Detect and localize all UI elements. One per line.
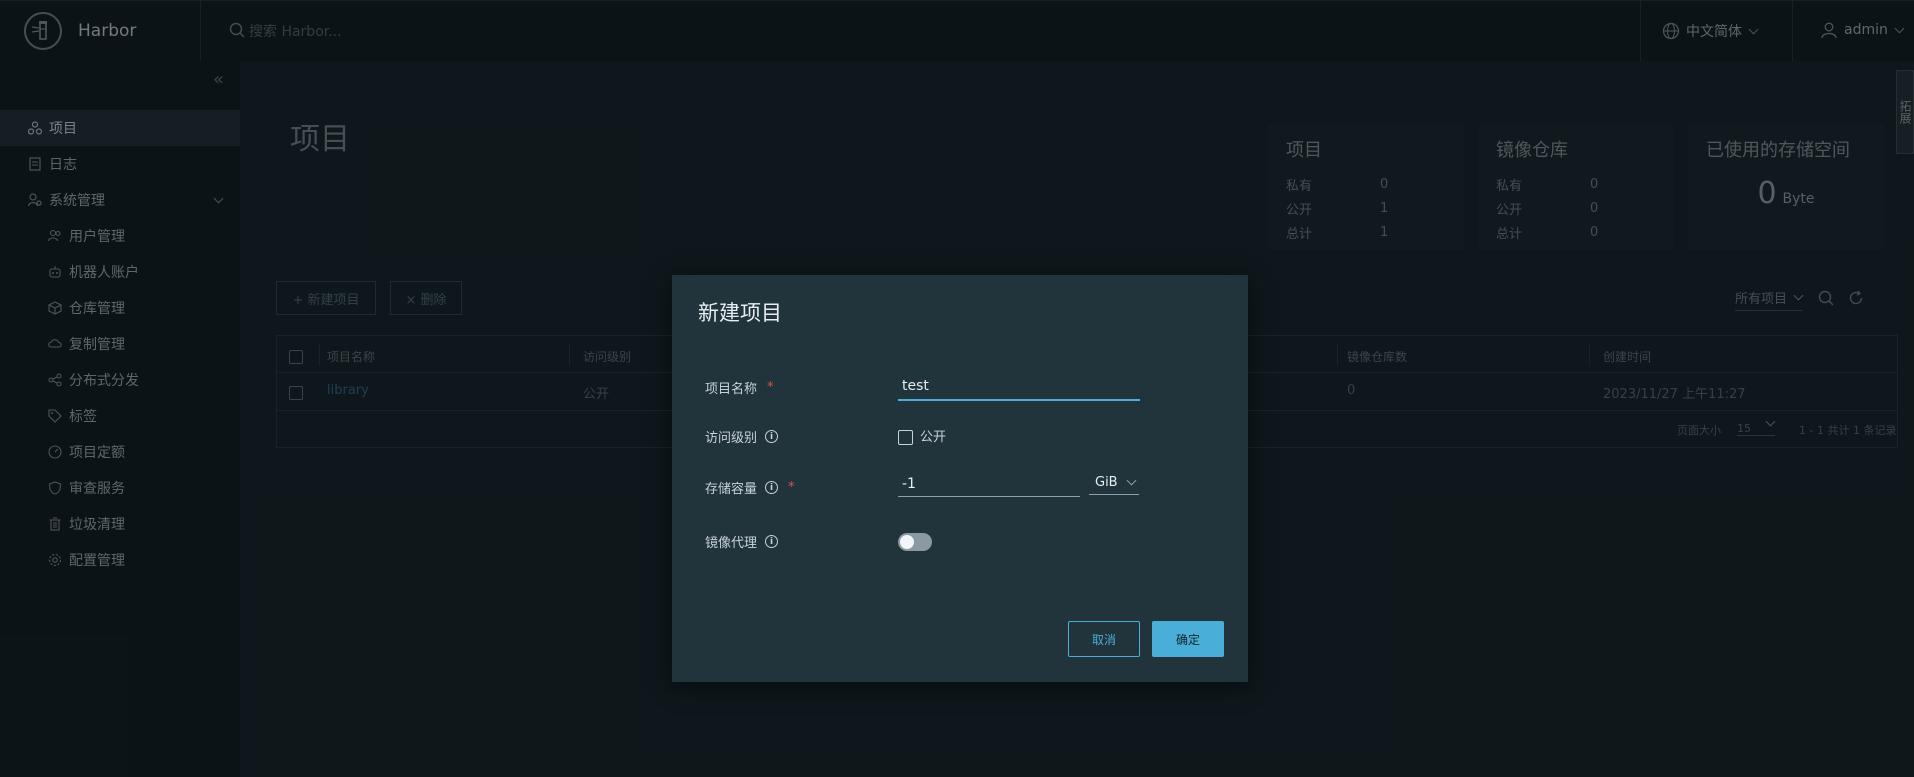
storage-unit-select[interactable]: GiB: [1089, 471, 1139, 495]
ok-button[interactable]: 确定: [1152, 621, 1224, 657]
chevron-down-icon: [1126, 475, 1137, 486]
public-checkbox[interactable]: [898, 430, 913, 445]
required-marker: *: [767, 380, 774, 395]
storage-quota-label: 存储容量 i *: [705, 480, 795, 497]
project-name-label: 项目名称 *: [705, 380, 774, 397]
info-icon[interactable]: i: [765, 430, 779, 443]
info-icon[interactable]: i: [765, 535, 779, 548]
new-project-dialog: 新建项目 项目名称* 访问级别i 公开 存储容量i* GiB 镜像代理i 取消 …: [672, 275, 1248, 682]
required-marker: *: [788, 480, 795, 495]
proxy-cache-label: 镜像代理 i: [705, 532, 779, 551]
public-checkbox-label[interactable]: 公开: [920, 426, 946, 445]
storage-quota-input[interactable]: [898, 471, 1080, 497]
info-icon[interactable]: i: [765, 481, 779, 494]
toggle-knob: [900, 535, 914, 549]
cancel-button[interactable]: 取消: [1068, 621, 1140, 657]
access-level-label: 访问级别 i: [705, 427, 779, 446]
dialog-title: 新建项目: [698, 301, 782, 325]
project-name-input[interactable]: [898, 373, 1140, 401]
proxy-cache-toggle[interactable]: [898, 533, 932, 551]
